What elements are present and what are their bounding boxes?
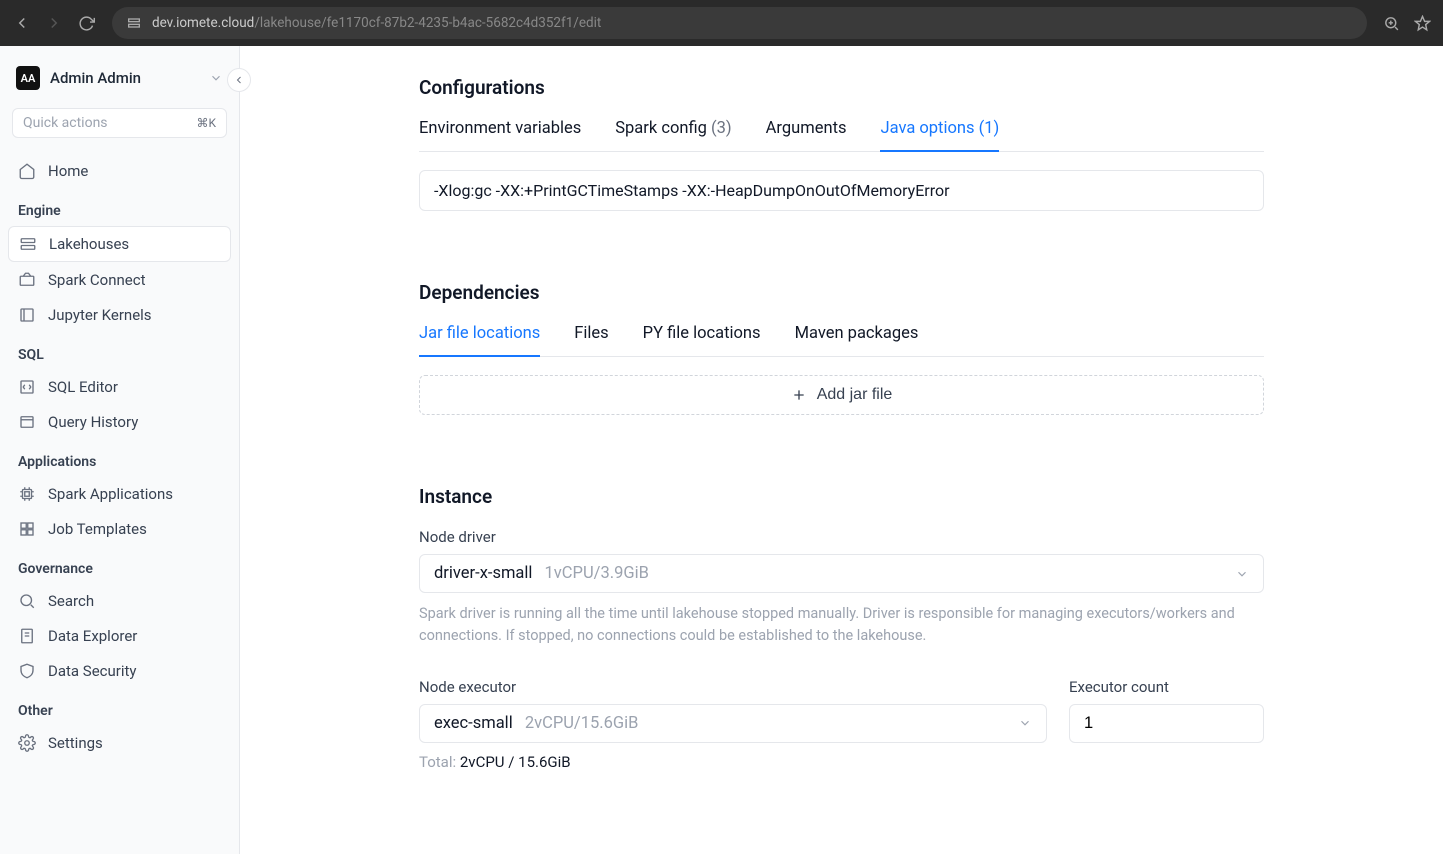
browser-back-button[interactable] (12, 13, 32, 33)
star-icon[interactable] (1414, 15, 1431, 32)
node-executor-select[interactable]: exec-small 2vCPU/15.6GiB (419, 704, 1047, 743)
spark-connect-icon (18, 271, 36, 289)
sidebar-item-query-history[interactable]: Query History (8, 405, 231, 439)
cpu-icon (18, 485, 36, 503)
gear-icon (18, 734, 36, 752)
executor-count-input[interactable] (1069, 704, 1264, 743)
sidebar-item-search[interactable]: Search (8, 584, 231, 618)
dependencies-title: Dependencies (419, 281, 1264, 304)
section-sql: SQL (8, 333, 231, 369)
tab-arguments[interactable]: Arguments (766, 119, 847, 152)
sidebar-item-data-security[interactable]: Data Security (8, 654, 231, 688)
quick-actions[interactable]: Quick actions ⌘K (12, 108, 227, 138)
browser-reload-button[interactable] (76, 13, 96, 33)
section-engine: Engine (8, 189, 231, 225)
site-settings-icon (126, 15, 142, 31)
configurations-title: Configurations (419, 76, 1264, 99)
quick-actions-placeholder: Quick actions (23, 115, 108, 131)
chevron-down-icon (1235, 567, 1249, 581)
lakehouses-icon (19, 235, 37, 253)
tab-env-vars[interactable]: Environment variables (419, 119, 581, 152)
section-other: Other (8, 689, 231, 725)
browser-forward-button[interactable] (44, 13, 64, 33)
node-executor-label: Node executor (419, 678, 1047, 696)
user-menu[interactable]: AA Admin Admin (8, 60, 231, 96)
executor-count-label: Executor count (1069, 678, 1264, 696)
sidebar-item-sql-editor[interactable]: SQL Editor (8, 370, 231, 404)
url-bar[interactable]: dev.iomete.cloud/lakehouse/fe1170cf-87b2… (112, 7, 1367, 39)
history-icon (18, 413, 36, 431)
avatar: AA (16, 66, 40, 90)
shield-icon (18, 662, 36, 680)
tab-spark-config[interactable]: Spark config (3) (615, 119, 731, 152)
grid-icon (18, 520, 36, 538)
sidebar-item-job-templates[interactable]: Job Templates (8, 512, 231, 546)
quick-actions-shortcut: ⌘K (196, 116, 216, 130)
data-explorer-icon (18, 627, 36, 645)
sidebar-item-jupyter-kernels[interactable]: Jupyter Kernels (8, 298, 231, 332)
plus-icon (791, 387, 807, 403)
chevron-down-icon (1018, 716, 1032, 730)
node-driver-helper: Spark driver is running all the time unt… (419, 603, 1264, 648)
executor-total: Total: 2vCPU / 15.6GiB (419, 753, 1047, 771)
tab-files[interactable]: Files (574, 324, 608, 357)
browser-chrome: dev.iomete.cloud/lakehouse/fe1170cf-87b2… (0, 0, 1443, 46)
tab-maven-packages[interactable]: Maven packages (795, 324, 919, 357)
node-driver-select[interactable]: driver-x-small 1vCPU/3.9GiB (419, 554, 1264, 593)
sidebar-item-spark-connect[interactable]: Spark Connect (8, 263, 231, 297)
sidebar-item-settings[interactable]: Settings (8, 726, 231, 760)
sidebar-item-home[interactable]: Home (8, 154, 231, 188)
node-driver-label: Node driver (419, 528, 1264, 546)
user-name: Admin Admin (50, 69, 199, 87)
main-content: Configurations Environment variables Spa… (240, 46, 1443, 854)
zoom-icon[interactable] (1383, 15, 1400, 32)
deps-tabs: Jar file locations Files PY file locatio… (419, 324, 1264, 357)
sidebar-collapse-toggle[interactable] (227, 68, 251, 92)
sidebar-item-data-explorer[interactable]: Data Explorer (8, 619, 231, 653)
tab-jar-locations[interactable]: Jar file locations (419, 324, 540, 357)
sidebar-item-spark-applications[interactable]: Spark Applications (8, 477, 231, 511)
instance-title: Instance (419, 485, 1264, 508)
search-icon (18, 592, 36, 610)
section-governance: Governance (8, 547, 231, 583)
jupyter-icon (18, 306, 36, 324)
chevron-down-icon (209, 71, 223, 85)
section-apps: Applications (8, 440, 231, 476)
home-icon (18, 162, 36, 180)
url-text: dev.iomete.cloud/lakehouse/fe1170cf-87b2… (152, 15, 601, 31)
sidebar: AA Admin Admin Quick actions ⌘K Home Eng… (0, 46, 240, 854)
tab-java-options[interactable]: Java options (1) (880, 119, 999, 152)
sql-editor-icon (18, 378, 36, 396)
tab-py-locations[interactable]: PY file locations (643, 324, 761, 357)
config-tabs: Environment variables Spark config (3) A… (419, 119, 1264, 152)
java-options-input[interactable] (419, 170, 1264, 211)
sidebar-item-lakehouses[interactable]: Lakehouses (8, 226, 231, 262)
add-jar-file-button[interactable]: Add jar file (419, 375, 1264, 415)
